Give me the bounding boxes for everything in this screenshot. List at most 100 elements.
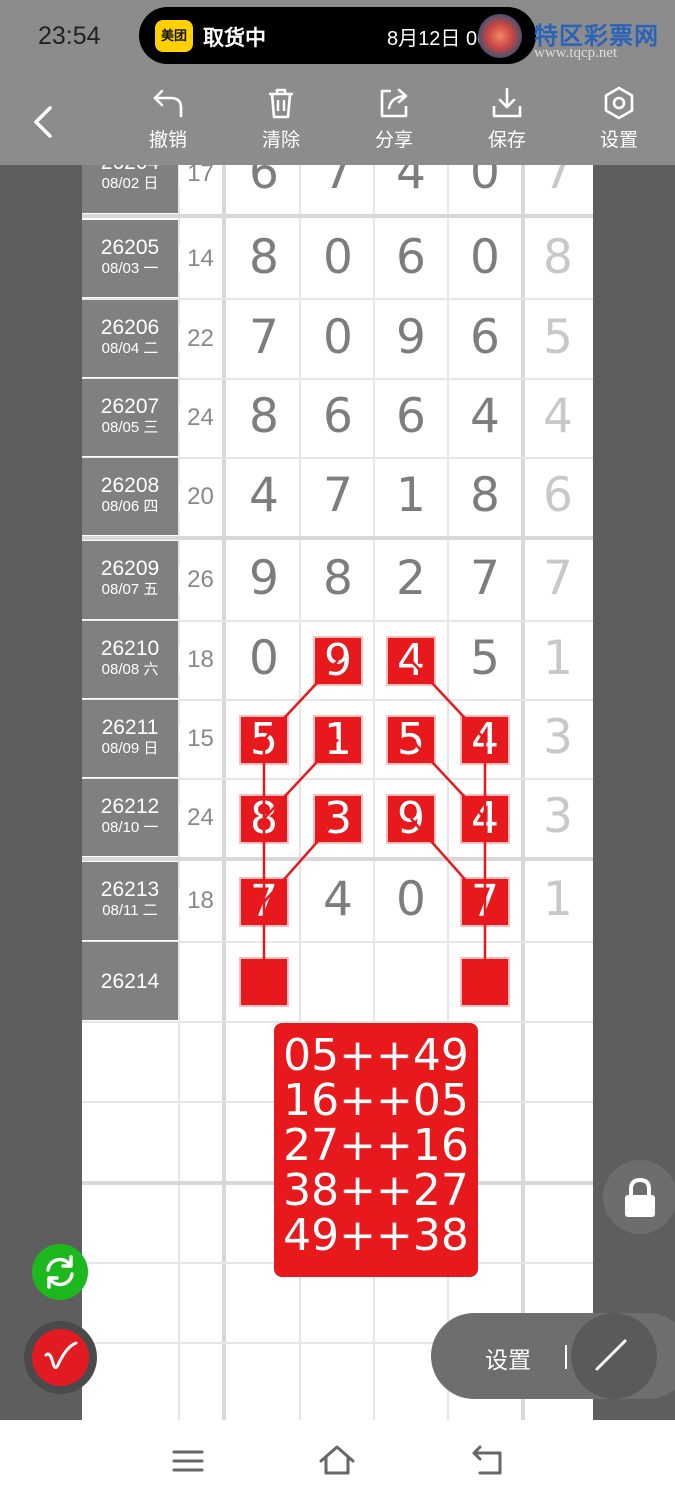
highlighted-digit[interactable]: 4 [460,714,510,765]
draw-digit[interactable]: 6 [383,389,439,444]
trend-board[interactable]: 2620408/02 日17674072620508/03 一148060826… [82,165,593,1420]
extra-digit[interactable]: 3 [530,710,586,765]
draw-digit[interactable]: 6 [457,310,513,365]
pill-divider [565,1345,567,1369]
draw-digit[interactable]: 1 [383,468,439,523]
draw-digit[interactable]: 0 [457,165,513,200]
draw-digit[interactable]: 6 [236,165,292,200]
extra-digit[interactable]: 1 [530,631,586,686]
draw-digit[interactable]: 8 [236,389,292,444]
dynamic-island[interactable]: 美团 取货中 8月12日 00:08 [139,7,536,64]
draw-digit[interactable]: 8 [236,230,292,285]
menu-nav-button[interactable] [166,1440,210,1480]
share-button[interactable]: 分享 [354,86,434,162]
draw-digit[interactable]: 4 [236,468,292,523]
extra-digit[interactable]: 4 [530,389,586,444]
draw-digit[interactable]: 8 [457,468,513,523]
highlighted-digit[interactable]: 5 [386,714,436,765]
issue-date: 08/05 三 [101,419,159,436]
issue-number: 26206 [100,316,160,339]
clear-button[interactable]: 清除 [241,86,321,162]
home-nav-button[interactable] [315,1440,359,1480]
highlighted-digit[interactable]: 4 [460,793,510,844]
highlighted-digit[interactable]: 7 [460,877,510,927]
settings-button[interactable]: 设置 [579,86,659,162]
draw-digit[interactable]: 6 [383,230,439,285]
draw-digit[interactable]: 6 [310,389,366,444]
island-status-text: 取货中 [203,27,266,50]
draw-digit[interactable]: 4 [383,165,439,200]
prediction-line: 27++16 [283,1120,469,1171]
pill-settings-label[interactable]: 设置 [485,1341,531,1375]
extra-digit[interactable]: 1 [530,872,586,927]
draw-digit[interactable]: 0 [457,230,513,285]
save-button[interactable]: 保存 [467,86,547,162]
refresh-button[interactable] [32,1244,88,1300]
back-button[interactable] [24,102,64,142]
meituan-logo-icon: 美团 [155,20,193,52]
undo-button[interactable]: 撤销 [128,86,208,162]
highlighted-digit[interactable]: 8 [239,793,289,844]
draw-digit[interactable]: 0 [383,872,439,927]
download-icon [492,87,522,118]
highlighted-digit[interactable]: 9 [386,793,436,844]
digit-sum: 26 [179,566,222,594]
draw-digit[interactable]: 9 [383,310,439,365]
issue-date: 08/04 二 [101,340,159,357]
highlighted-digit[interactable] [239,957,289,1007]
draw-digit[interactable]: 7 [236,310,292,365]
settings-pill[interactable]: 设置 [431,1313,675,1399]
draw-digit[interactable]: 9 [236,551,292,606]
pen-button[interactable] [24,1321,97,1394]
back-icon [472,1445,502,1475]
refresh-icon [46,1255,74,1289]
issue-cell[interactable]: 26209 08/07 五 [82,541,178,619]
issue-cell[interactable]: 26207 08/05 三 [82,379,178,456]
line-tool-button[interactable] [571,1313,657,1399]
issue-cell[interactable]: 2620408/02 日 [82,165,178,213]
draw-digit[interactable]: 7 [457,551,513,606]
issue-cell[interactable]: 26210 08/08 六 [82,621,178,698]
draw-digit[interactable]: 0 [310,310,366,365]
highlighted-digit[interactable]: 1 [313,714,363,765]
draw-digit[interactable]: 5 [457,631,513,686]
watermark-url: www.tqcp.net [534,45,618,61]
issue-date: 08/10 一 [101,819,159,836]
issue-cell[interactable]: 26206 08/04 二 [82,300,178,377]
issue-cell[interactable]: 26214 [82,942,178,1020]
issue-date: 08/09 日 [101,740,159,757]
navigation-bar [0,1420,675,1500]
issue-cell[interactable]: 26213 08/11 二 [82,862,178,940]
issue-cell[interactable]: 26208 08/06 四 [82,458,178,535]
issue-cell[interactable]: 26212 08/10 一 [82,779,178,856]
back-nav-button[interactable] [466,1440,510,1480]
extra-digit[interactable]: 3 [530,789,586,844]
trash-icon [269,88,293,119]
lock-button[interactable] [603,1160,675,1234]
issue-number: 26204 [82,165,178,175]
draw-digit[interactable]: 7 [310,468,366,523]
extra-digit[interactable]: 7 [530,551,586,606]
save-label: 保存 [487,130,526,151]
highlighted-digit[interactable]: 5 [239,714,289,765]
highlighted-digit[interactable]: 4 [386,635,436,686]
issue-cell[interactable]: 26205 08/03 一 [82,220,178,297]
draw-digit[interactable]: 4 [310,872,366,927]
issue-cell[interactable]: 26211 08/09 日 [82,700,178,777]
draw-digit[interactable]: 7 [310,165,366,200]
draw-digit[interactable]: 2 [383,551,439,606]
extra-digit[interactable]: 5 [530,310,586,365]
draw-digit[interactable]: 4 [457,389,513,444]
draw-digit[interactable]: 8 [310,551,366,606]
extra-digit[interactable]: 8 [530,230,586,285]
highlighted-digit[interactable]: 9 [313,635,363,686]
grid-line [178,165,180,1420]
draw-digit[interactable]: 0 [310,230,366,285]
draw-digit[interactable]: 0 [236,631,292,686]
extra-digit[interactable]: 6 [530,468,586,523]
issue-number: 26205 [100,236,160,259]
highlighted-digit[interactable] [460,957,510,1007]
extra-digit[interactable]: 7 [530,165,586,200]
highlighted-digit[interactable]: 7 [239,877,289,927]
highlighted-digit[interactable]: 3 [313,793,363,844]
